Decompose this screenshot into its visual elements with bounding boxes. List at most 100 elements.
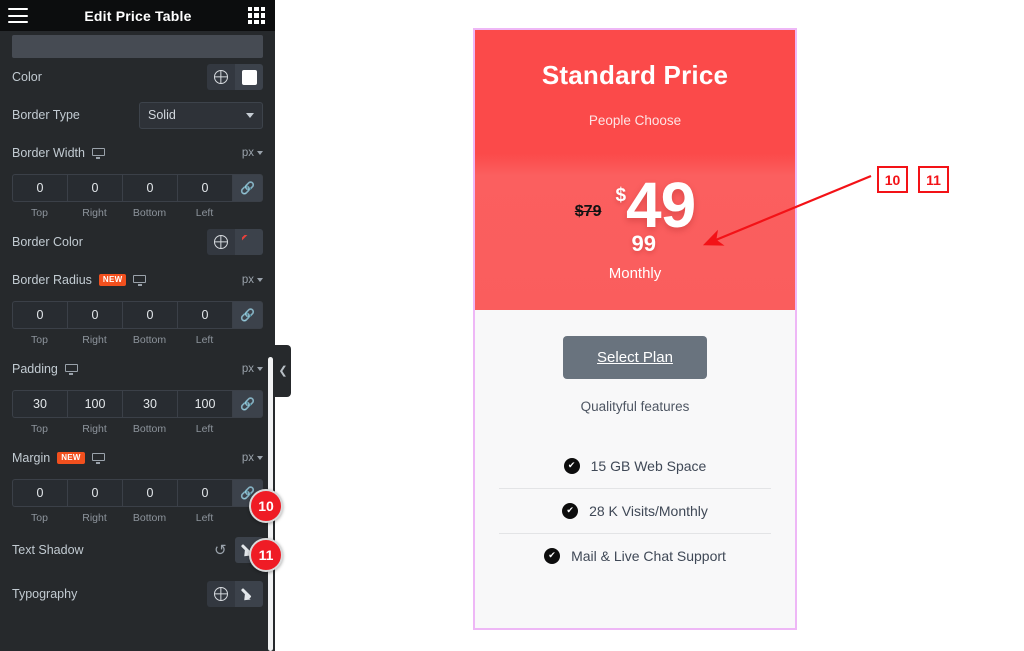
unit-selector[interactable]: px	[242, 452, 263, 464]
control-border-width: Border Width px 0 Top 0 Right 0 Bottom 0 Lef…	[12, 134, 263, 219]
side-label: Top	[31, 207, 48, 219]
side-label: Right	[82, 207, 107, 219]
side-label: Top	[31, 512, 48, 524]
chevron-down-icon	[257, 456, 263, 460]
control-border-color: Border Color	[12, 223, 263, 261]
control-padding: Padding px 30 Top 100 Right 30 Bottom 100 Le…	[12, 350, 263, 435]
border-color-swatch-button[interactable]	[235, 229, 263, 255]
globe-icon[interactable]	[207, 229, 235, 255]
border-radius-top-input[interactable]: 0	[12, 301, 67, 329]
price-table-card: Standard Price People Choose $79 $ 49 99…	[473, 28, 797, 630]
panel-body: Color Border Type Solid Border Width px …	[0, 31, 275, 651]
side-label: Left	[195, 423, 214, 435]
side-label: Top	[31, 423, 48, 435]
panel-collapse-handle[interactable]: ❮	[275, 345, 291, 397]
clipped-control-bar[interactable]	[12, 35, 263, 58]
control-label: Padding	[12, 362, 58, 376]
control-label: Border Type	[12, 108, 80, 122]
link-icon[interactable]: 🔗	[232, 301, 263, 329]
list-item: ✔ Mail & Live Chat Support	[499, 532, 771, 578]
border-radius-bottom-input[interactable]: 0	[122, 301, 177, 329]
reset-icon[interactable]: ↻	[214, 541, 227, 559]
unit-selector[interactable]: px	[242, 363, 263, 375]
unit-selector[interactable]: px	[242, 274, 263, 286]
list-item: ✔ 28 K Visits/Monthly	[499, 487, 771, 533]
globe-icon[interactable]	[207, 581, 235, 607]
new-badge: NEW	[57, 452, 85, 464]
color-swatch-group	[207, 64, 263, 90]
card-price-section: $79 $ 49 99 Monthly	[475, 154, 795, 310]
features-note: Qualityful features	[580, 398, 690, 414]
control-label: Border Color	[12, 235, 83, 249]
link-icon[interactable]: 🔗	[232, 390, 263, 418]
border-width-left-input[interactable]: 0	[177, 174, 232, 202]
monitor-icon[interactable]	[133, 274, 147, 286]
control-label: Text Shadow	[12, 543, 84, 557]
currency-symbol: $	[615, 185, 627, 206]
annotation-box-11: 11	[918, 166, 949, 193]
control-border-radius: Border Radius NEW px 0 Top 0 Right 0 Bottom	[12, 261, 263, 346]
margin-left-input[interactable]: 0	[177, 479, 232, 507]
control-text-shadow: Text Shadow ↻	[12, 528, 263, 572]
border-width-top-input[interactable]: 0	[12, 174, 67, 202]
check-circle-icon: ✔	[562, 502, 579, 519]
side-label: Right	[82, 512, 107, 524]
feature-label: Mail & Live Chat Support	[571, 547, 726, 564]
margin-top-input[interactable]: 0	[12, 479, 67, 507]
control-label: Color	[12, 70, 42, 84]
side-label: Bottom	[132, 512, 167, 524]
original-price: $79	[574, 203, 602, 221]
side-label: Right	[82, 334, 107, 346]
border-type-select[interactable]: Solid	[139, 101, 263, 129]
page-title: Edit Price Table	[84, 7, 192, 24]
padding-right-input[interactable]: 100	[67, 390, 122, 418]
feature-label: 15 GB Web Space	[590, 457, 707, 474]
grid-icon[interactable]	[248, 7, 265, 24]
features-list: ✔ 15 GB Web Space ✔ 28 K Visits/Monthly …	[495, 444, 775, 578]
border-width-bottom-input[interactable]: 0	[122, 174, 177, 202]
border-color-swatch-group	[207, 229, 263, 255]
card-body: Select Plan Qualityful features ✔ 15 GB …	[475, 309, 795, 578]
side-label: Bottom	[132, 334, 167, 346]
border-radius-right-input[interactable]: 0	[67, 301, 122, 329]
chevron-left-icon: ❮	[278, 364, 288, 377]
annotation-box-10: 10	[877, 166, 908, 193]
padding-left-input[interactable]: 100	[177, 390, 232, 418]
side-label: Bottom	[132, 423, 167, 435]
select-plan-button[interactable]: Select Plan	[563, 335, 707, 379]
control-label: Border Width	[12, 146, 85, 160]
control-label: Typography	[12, 587, 78, 601]
pencil-icon[interactable]	[235, 581, 263, 607]
control-label: Margin	[12, 451, 51, 465]
panel-header: Edit Price Table	[0, 0, 275, 31]
margin-bottom-input[interactable]: 0	[122, 479, 177, 507]
editor-panel: Edit Price Table Color Border Type Solid…	[0, 0, 275, 651]
control-typography: Typography	[12, 572, 263, 616]
side-label: Right	[82, 423, 107, 435]
side-label: Left	[195, 512, 214, 524]
unit-label: px	[241, 274, 254, 286]
side-label: Left	[195, 207, 214, 219]
chevron-down-icon	[257, 367, 263, 371]
border-radius-left-input[interactable]: 0	[177, 301, 232, 329]
feature-label: 28 K Visits/Monthly	[589, 502, 708, 519]
control-margin: Margin NEW px 0 Top 0 Right 0 Bottom 0 L…	[12, 439, 263, 524]
monitor-icon[interactable]	[64, 363, 78, 375]
link-icon[interactable]: 🔗	[232, 174, 263, 202]
unit-selector[interactable]: px	[242, 147, 263, 159]
globe-icon[interactable]	[207, 64, 235, 90]
side-label: Bottom	[132, 207, 167, 219]
hamburger-icon[interactable]	[8, 8, 28, 23]
side-label: Left	[195, 334, 214, 346]
border-width-right-input[interactable]: 0	[67, 174, 122, 202]
control-border-type: Border Type Solid	[12, 96, 263, 134]
control-label: Border Radius	[12, 273, 92, 287]
border-type-value: Solid	[148, 108, 176, 122]
padding-top-input[interactable]: 30	[12, 390, 67, 418]
monitor-icon[interactable]	[91, 147, 105, 159]
padding-bottom-input[interactable]: 30	[122, 390, 177, 418]
side-label: Top	[31, 334, 48, 346]
color-swatch-button[interactable]	[235, 64, 263, 90]
margin-right-input[interactable]: 0	[67, 479, 122, 507]
monitor-icon[interactable]	[91, 452, 105, 464]
